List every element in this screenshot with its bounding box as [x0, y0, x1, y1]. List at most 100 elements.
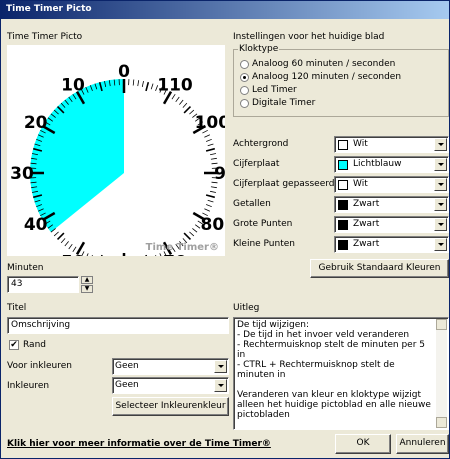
dial-tick	[68, 243, 73, 250]
fill-label: Inkleuren	[7, 381, 50, 391]
dial-tick	[183, 105, 192, 114]
spin-up-icon[interactable]: ▲	[81, 276, 93, 284]
window-title: Time Timer Picto	[1, 1, 449, 19]
dial-number: 30	[10, 164, 34, 184]
dial-number: 0	[118, 62, 130, 82]
dial-tick	[205, 194, 216, 199]
color-label: Getallen	[233, 199, 271, 209]
select-fill-color-button[interactable]: Selecteer Inkleurenkleur	[112, 397, 229, 416]
color-label: Kleine Punten	[233, 239, 295, 249]
title-label: Titel	[7, 303, 27, 313]
chevron-down-icon[interactable]	[434, 218, 447, 231]
clocktype-option-label: Digitale Timer	[252, 98, 316, 108]
info-link[interactable]: Klik hier voor meer informatie over de T…	[7, 439, 271, 449]
chevron-down-icon[interactable]	[214, 360, 227, 373]
dial-tick	[192, 228, 198, 233]
cancel-button[interactable]: Annuleren	[396, 434, 449, 454]
clocktype-radio[interactable]	[240, 60, 249, 69]
dial-number: 20	[24, 113, 48, 133]
dial-tick	[207, 143, 214, 147]
watermark: Time Timer®	[145, 242, 219, 253]
dial-tick	[206, 204, 212, 208]
clocktype-legend: Kloktype	[238, 44, 280, 54]
dial-tick	[189, 109, 195, 115]
dial-tick	[60, 238, 66, 244]
fill-select[interactable]: Geen	[112, 377, 229, 394]
chevron-down-icon[interactable]	[214, 379, 227, 392]
dial-tick	[205, 147, 216, 152]
color-swatch	[338, 220, 348, 230]
dial-tick	[150, 83, 154, 90]
settings-header: Instellingen voor het huidige blad	[233, 32, 385, 42]
dial-number: 100	[195, 113, 225, 133]
dial-tick	[145, 254, 150, 265]
remaining-time-sector	[30, 79, 125, 233]
color-select[interactable]: Wit	[334, 136, 449, 153]
clocktype-option-label: Analoog 60 minuten / seconden	[252, 59, 396, 69]
dial-tick	[175, 96, 180, 103]
dial-number: 80	[200, 215, 224, 235]
color-swatch	[338, 140, 348, 150]
dial-tick	[194, 224, 201, 229]
fill-before-label: Voor inkleuren	[7, 361, 72, 371]
dial-tick	[179, 99, 184, 105]
chevron-down-icon[interactable]	[434, 158, 447, 171]
border-label: Rand	[23, 340, 46, 350]
minutes-spinner[interactable]: ▲ ▼	[81, 276, 93, 293]
clocktype-radio[interactable]	[240, 99, 249, 108]
color-select[interactable]: Wit	[334, 176, 449, 193]
minutes-label: Minuten	[7, 263, 44, 273]
dial-tick	[145, 81, 150, 92]
clocktype-radio[interactable]	[240, 73, 249, 82]
border-checkbox[interactable]: ✔	[9, 340, 19, 350]
color-swatch	[338, 180, 348, 190]
dial-tick	[132, 79, 135, 86]
color-swatch	[338, 200, 348, 210]
timer-preview: 0102030405060708090100110 Time Timer®	[7, 45, 238, 286]
dial-tick	[206, 138, 212, 142]
chevron-down-icon[interactable]	[434, 238, 447, 251]
preview-header: Time Timer Picto	[7, 32, 83, 42]
dial-tick	[137, 80, 140, 87]
color-select[interactable]: Zwart	[334, 216, 449, 233]
color-label: Cijferplaat	[233, 159, 280, 169]
dial-tick	[183, 232, 192, 241]
minutes-input[interactable]: 43	[7, 276, 79, 293]
dial-tick	[72, 246, 77, 253]
dial-tick	[89, 255, 93, 261]
dial-tick	[209, 153, 217, 156]
dial-number: 50	[61, 252, 85, 256]
scroll-down-icon[interactable]	[436, 417, 447, 428]
color-swatch	[338, 160, 348, 170]
dial-tick	[159, 253, 163, 260]
explanation-scrollbar[interactable]	[436, 319, 447, 428]
dial-tick	[98, 254, 103, 265]
color-select[interactable]: Zwart	[334, 196, 449, 213]
fill-before-select[interactable]: Geen	[112, 358, 229, 375]
dial-number: 10	[61, 76, 85, 96]
dial-tick	[210, 157, 217, 160]
clocktype-option-label: Analoog 120 minuten / seconden	[252, 72, 402, 82]
color-select[interactable]: Zwart	[334, 236, 449, 253]
dial-number: 90	[214, 164, 225, 184]
chevron-down-icon[interactable]	[434, 198, 447, 211]
title-input[interactable]: Omschrijving	[7, 317, 229, 334]
dial-tick	[210, 186, 217, 189]
chevron-down-icon[interactable]	[434, 138, 447, 151]
dial-tick	[64, 241, 69, 247]
scroll-up-icon[interactable]	[436, 319, 447, 330]
color-swatch	[338, 240, 348, 250]
color-select[interactable]: Lichtblauw	[334, 156, 449, 173]
dial-tick	[209, 190, 217, 193]
chevron-down-icon[interactable]	[434, 178, 447, 191]
default-colors-button[interactable]: Gebruik Standaard Kleuren	[310, 259, 449, 278]
clocktype-radio[interactable]	[240, 86, 249, 95]
ok-button[interactable]: OK	[335, 434, 391, 454]
dial-number: 40	[24, 215, 48, 235]
spin-down-icon[interactable]: ▼	[81, 285, 93, 293]
explanation-textarea[interactable]: De tijd wijzigen: - De tijd in het invoe…	[233, 317, 449, 430]
dial-number: 110	[157, 76, 193, 96]
dial-tick	[207, 199, 214, 203]
dial-tick	[53, 231, 59, 237]
explanation-label: Uitleg	[233, 303, 260, 313]
